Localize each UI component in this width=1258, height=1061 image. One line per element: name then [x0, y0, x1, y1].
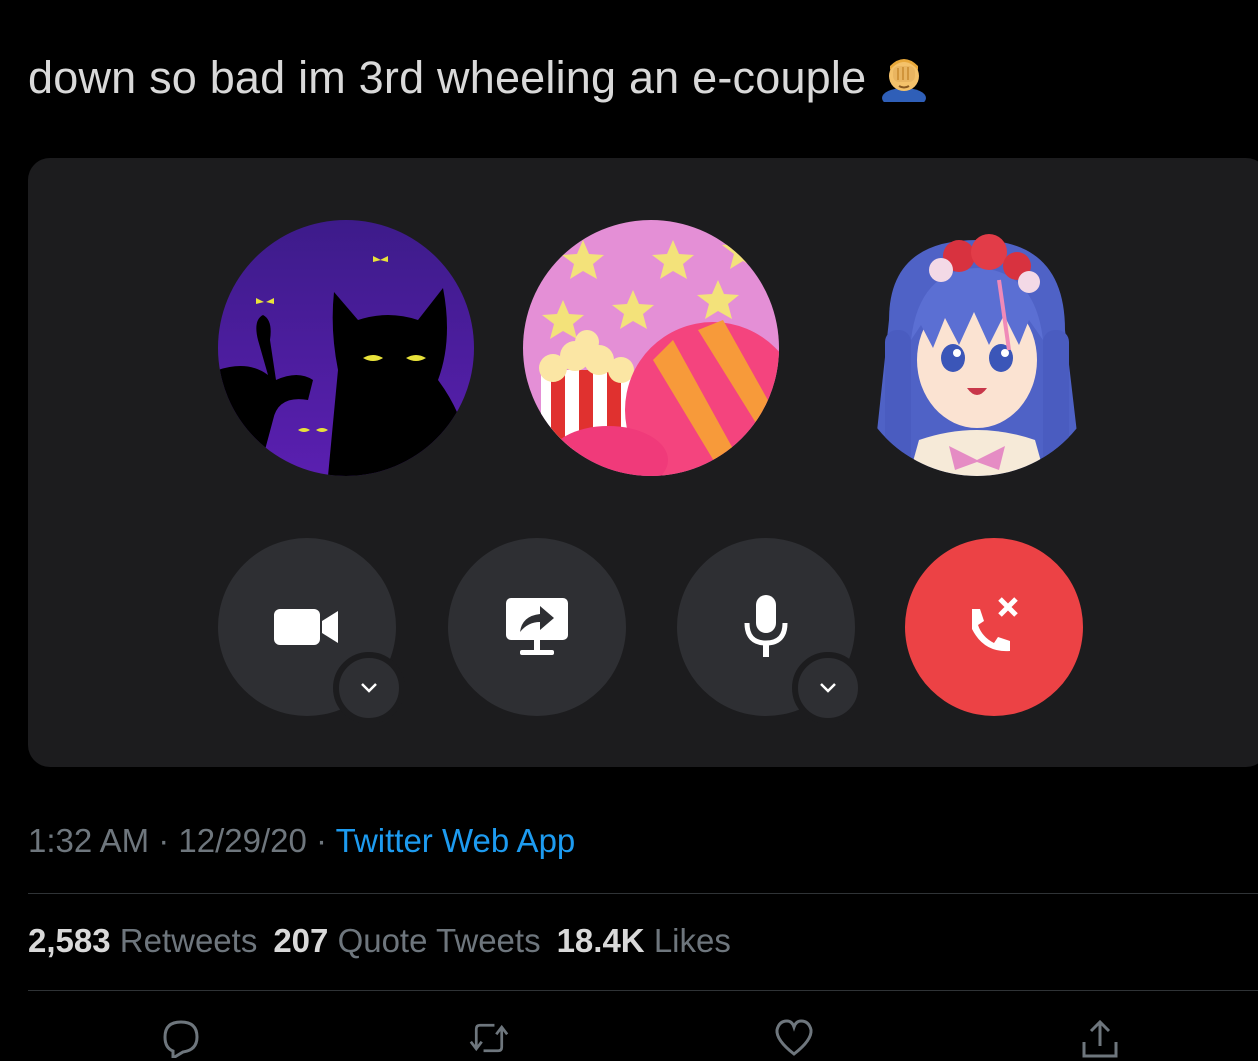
meta-separator: · — [306, 822, 336, 859]
microphone-toggle-button[interactable] — [677, 538, 864, 724]
screen-share-icon — [506, 598, 568, 655]
divider — [28, 893, 1258, 894]
like-button[interactable] — [774, 1018, 814, 1061]
video-options-dropdown[interactable] — [333, 652, 405, 724]
tweet-date: 12/29/20 — [178, 822, 307, 859]
like-icon — [775, 1019, 813, 1056]
tweet-text-row: down so bad im 3rd wheeling an e-couple — [28, 52, 928, 108]
chevron-down-icon — [361, 683, 377, 693]
likes-label: Likes — [653, 922, 731, 959]
divider — [28, 990, 1258, 991]
screen-share-button[interactable] — [448, 538, 626, 716]
meta-separator: · — [149, 822, 179, 859]
reply-icon — [163, 1020, 199, 1058]
tweet-text: down so bad im 3rd wheeling an e-couple — [28, 52, 867, 103]
retweets-label: Retweets — [119, 922, 258, 959]
share-button[interactable] — [1080, 1018, 1120, 1061]
chevron-down-icon — [820, 683, 836, 693]
end-call-icon — [972, 597, 1018, 652]
quotes-stat[interactable]: 207 Quote Tweets — [273, 922, 540, 959]
likes-stat[interactable]: 18.4K Likes — [557, 922, 731, 959]
microphone-icon — [744, 595, 788, 657]
tweet-actions — [0, 1018, 1258, 1061]
source-app-link[interactable]: Twitter Web App — [336, 822, 576, 859]
reply-button[interactable] — [161, 1018, 201, 1061]
retweet-icon — [469, 1023, 509, 1053]
video-toggle-button[interactable] — [218, 538, 405, 724]
popcorn-candy-avatar-icon — [523, 220, 779, 476]
retweets-stat[interactable]: 2,583 Retweets — [28, 922, 257, 959]
anime-girl-avatar-icon — [849, 220, 1105, 476]
retweet-button[interactable] — [469, 1018, 509, 1061]
tweet-stats: 2,583 Retweets 207 Quote Tweets 18.4K Like… — [28, 922, 731, 960]
tweet-time: 1:32 AM — [28, 822, 150, 859]
retweets-count: 2,583 — [28, 922, 111, 959]
share-icon — [1082, 1019, 1118, 1058]
video-camera-icon — [274, 609, 338, 645]
likes-count: 18.4K — [556, 922, 645, 959]
quotes-label: Quote Tweets — [337, 922, 541, 959]
end-call-button[interactable] — [905, 538, 1083, 716]
microphone-options-dropdown[interactable] — [792, 652, 864, 724]
quotes-count: 207 — [273, 922, 329, 959]
voice-call-card — [28, 158, 1258, 767]
black-cat-avatar-icon — [218, 220, 474, 476]
tweet-meta: 1:32 AM · 12/29/20 · Twitter Web App — [28, 822, 575, 860]
facepalm-emoji-icon — [880, 54, 928, 108]
